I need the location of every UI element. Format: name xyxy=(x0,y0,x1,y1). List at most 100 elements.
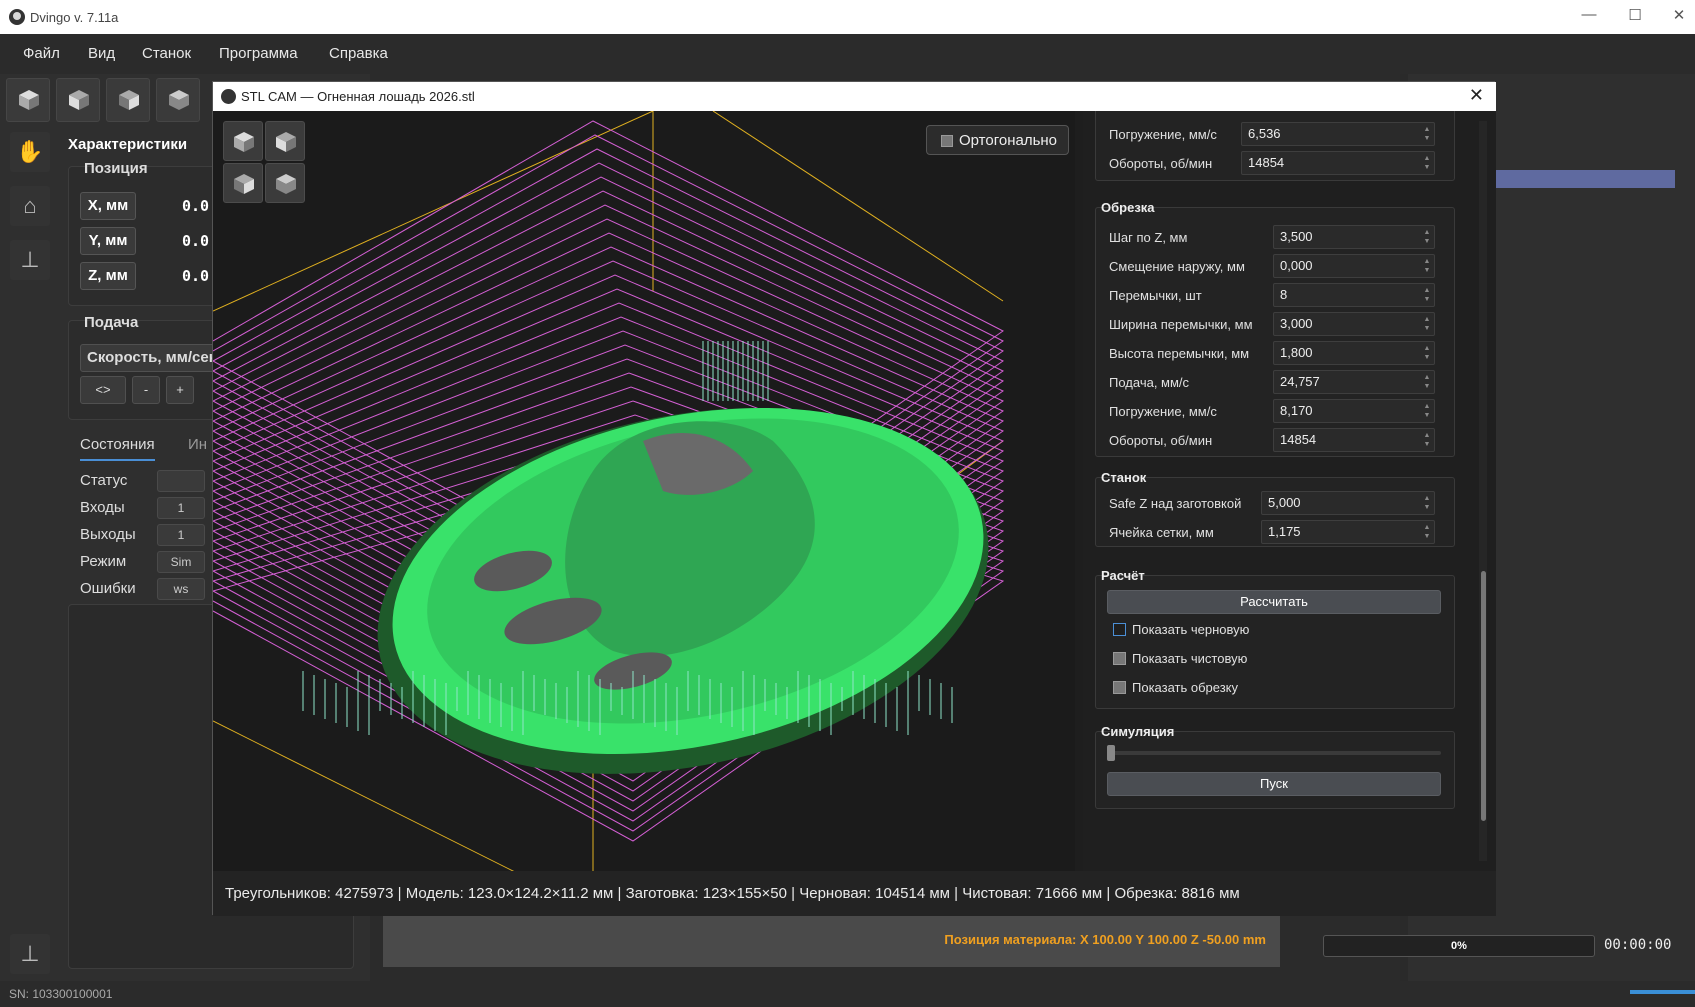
trim-field-input[interactable]: 8,170 ▲ ▼ xyxy=(1273,399,1435,423)
z-axis-label: Z, мм xyxy=(80,262,136,290)
safe-z-input[interactable]: 5,000 ▲ ▼ xyxy=(1261,491,1435,515)
home-icon[interactable]: ⌂ xyxy=(10,186,50,226)
menu-program[interactable]: Программа xyxy=(219,45,298,62)
show-rough-label: Показать черновую xyxy=(1132,622,1250,637)
material-position-text: Позиция материала: X 100.00 Y 100.00 Z -… xyxy=(944,932,1266,947)
tab-states[interactable]: Состояния xyxy=(80,436,155,461)
viewport-side-button[interactable] xyxy=(223,163,263,203)
calculation-group-title: Расчёт xyxy=(1101,568,1145,583)
trim-field-input[interactable]: 3,000 ▲ ▼ xyxy=(1273,312,1435,336)
model-stats-text: Треугольников: 4275973 | Модель: 123.0×1… xyxy=(225,885,1240,902)
cube-icon xyxy=(234,174,254,194)
axes-icon[interactable]: ⊥ xyxy=(10,240,50,280)
feed-group-label: Подача xyxy=(84,314,139,331)
3d-viewport[interactable]: Ортогонально xyxy=(213,111,1075,871)
trim-field-label: Высота перемычки, мм xyxy=(1109,346,1250,361)
start-button[interactable]: Пуск xyxy=(1107,772,1441,796)
show-finish-checkbox[interactable] xyxy=(1113,652,1126,665)
menu-machine[interactable]: Станок xyxy=(142,45,191,62)
view-top-button[interactable] xyxy=(156,78,200,122)
dialog-close-icon[interactable]: ✕ xyxy=(1469,85,1484,106)
feed-speed-label: Скорость, мм/сек xyxy=(80,344,218,372)
show-finish-label: Показать чистовую xyxy=(1132,651,1248,666)
stl-cam-dialog: STL CAM — Огненная лошадь 2026.stl ✕ Орт… xyxy=(212,81,1496,916)
state-status-value xyxy=(157,470,205,492)
position-group-label: Позиция xyxy=(84,160,148,177)
state-inputs-value: 1 xyxy=(157,497,205,519)
feed-minus-button[interactable]: - xyxy=(132,376,160,404)
status-bar: SN: 103300100001 xyxy=(0,981,1695,1007)
state-errors-value: ws xyxy=(157,578,205,600)
viewport-front-button[interactable] xyxy=(265,121,305,161)
dialog-logo-icon xyxy=(221,89,236,104)
state-outputs-label: Выходы xyxy=(80,526,136,543)
show-rough-checkbox[interactable] xyxy=(1113,623,1126,636)
view-iso-button[interactable] xyxy=(6,78,50,122)
toolpath-render xyxy=(213,111,1005,871)
dialog-titlebar: STL CAM — Огненная лошадь 2026.stl ✕ xyxy=(213,82,1496,111)
view-side-button[interactable] xyxy=(106,78,150,122)
material-position-panel: Позиция материала: X 100.00 Y 100.00 Z -… xyxy=(383,915,1280,967)
dialog-title: STL CAM — Огненная лошадь 2026.stl xyxy=(241,89,475,104)
trim-field-input[interactable]: 24,757 ▲ ▼ xyxy=(1273,370,1435,394)
show-trim-checkbox[interactable] xyxy=(1113,681,1126,694)
orthographic-toggle[interactable]: Ортогонально xyxy=(926,125,1069,155)
z-axis-value: 0.0 xyxy=(182,267,210,285)
state-status-label: Статус xyxy=(80,472,128,489)
trim-field-input[interactable]: 0,000 ▲ ▼ xyxy=(1273,254,1435,278)
tab-io[interactable]: Ин xyxy=(188,436,207,453)
trim-field-input[interactable]: 8 ▲ ▼ xyxy=(1273,283,1435,307)
orthographic-checkbox[interactable] xyxy=(941,135,953,147)
maximize-icon[interactable]: ☐ xyxy=(1620,6,1650,26)
top-plunge-label: Погружение, мм/с xyxy=(1109,127,1217,142)
trim-field-label: Шаг по Z, мм xyxy=(1109,230,1188,245)
progress-bar: 0% xyxy=(1323,935,1595,957)
viewport-top-button[interactable] xyxy=(265,163,305,203)
dialog-status-bar: Треугольников: 4275973 | Модель: 123.0×1… xyxy=(213,871,1496,916)
properties-scroll-thumb[interactable] xyxy=(1481,571,1486,821)
y-axis-label: Y, мм xyxy=(80,227,136,255)
simulation-slider-handle[interactable] xyxy=(1107,745,1115,761)
menu-bar: Файл Вид Станок Программа Справка xyxy=(0,34,1695,74)
top-rpm-label: Обороты, об/мин xyxy=(1109,156,1213,171)
simulation-slider-track[interactable] xyxy=(1107,751,1441,755)
trim-field-input[interactable]: 14854 ▲ ▼ xyxy=(1273,428,1435,452)
trim-field-label: Ширина перемычки, мм xyxy=(1109,317,1253,332)
menu-file[interactable]: Файл xyxy=(23,45,60,62)
minimize-icon[interactable]: — xyxy=(1574,6,1604,26)
window-title: Dvingo v. 7.11a xyxy=(30,10,119,25)
state-errors-label: Ошибки xyxy=(80,580,136,597)
x-axis-label: X, мм xyxy=(80,192,136,220)
axes-bottom-icon[interactable]: ⊥ xyxy=(10,934,50,974)
view-front-button[interactable] xyxy=(56,78,100,122)
trim-field-input[interactable]: 3,500 ▲ ▼ xyxy=(1273,225,1435,249)
cube-icon xyxy=(119,90,139,110)
hand-tool-icon[interactable]: ✋ xyxy=(10,132,50,172)
menu-help[interactable]: Справка xyxy=(329,45,388,62)
close-icon[interactable]: ✕ xyxy=(1664,6,1694,26)
window-titlebar: Dvingo v. 7.11a — ☐ ✕ xyxy=(0,0,1695,34)
feed-plus-button[interactable]: + xyxy=(166,376,194,404)
serial-number: SN: 103300100001 xyxy=(9,987,113,1001)
cube-icon xyxy=(19,90,39,110)
state-mode-value: Sim xyxy=(157,551,205,573)
trim-field-label: Смещение наружу, мм xyxy=(1109,259,1245,274)
show-trim-label: Показать обрезку xyxy=(1132,680,1239,695)
top-plunge-input[interactable]: 6,536 ▲ ▼ xyxy=(1241,122,1435,146)
trim-group-title: Обрезка xyxy=(1101,200,1155,215)
calculate-button[interactable]: Рассчитать xyxy=(1107,590,1441,614)
feed-reset-button[interactable]: <> xyxy=(80,376,126,404)
trim-field-input[interactable]: 1,800 ▲ ▼ xyxy=(1273,341,1435,365)
app-logo-icon xyxy=(9,9,25,25)
x-axis-value: 0.0 xyxy=(182,197,210,215)
trim-field-label: Обороты, об/мин xyxy=(1109,433,1213,448)
menu-view[interactable]: Вид xyxy=(88,45,115,62)
trim-field-label: Перемычки, шт xyxy=(1109,288,1202,303)
cube-icon xyxy=(169,90,189,110)
cube-icon xyxy=(276,132,296,152)
trim-field-label: Подача, мм/с xyxy=(1109,375,1190,390)
grid-cell-input[interactable]: 1,175 ▲ ▼ xyxy=(1261,520,1435,544)
state-inputs-label: Входы xyxy=(80,499,125,516)
top-rpm-input[interactable]: 14854 ▲ ▼ xyxy=(1241,151,1435,175)
viewport-iso-button[interactable] xyxy=(223,121,263,161)
